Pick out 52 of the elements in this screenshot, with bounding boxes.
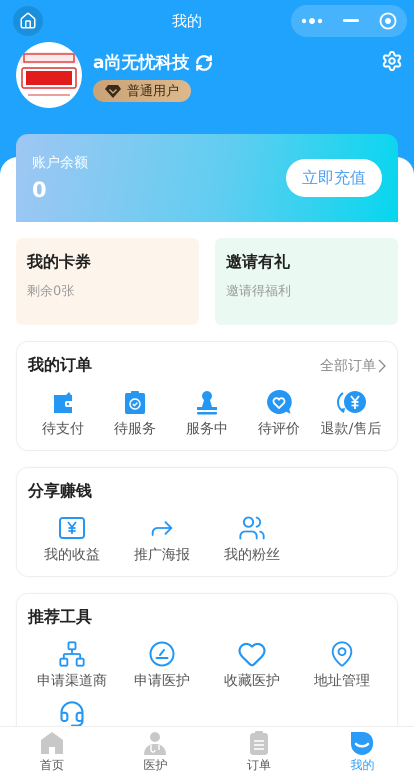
all-orders-link[interactable]: 全部订单 bbox=[320, 356, 386, 374]
member-level: 普通用户 bbox=[127, 82, 179, 100]
balance-label: 账户余额 bbox=[32, 154, 88, 172]
promo-title: 邀请有礼 bbox=[226, 252, 291, 273]
shortcut-item[interactable]: 我的粉丝 bbox=[207, 514, 297, 564]
diamond-icon bbox=[105, 84, 121, 98]
target-icon bbox=[379, 12, 397, 30]
yen-card-icon bbox=[58, 514, 86, 542]
promo-subtitle: 剩余0张 bbox=[27, 283, 76, 300]
minimize-icon bbox=[343, 19, 359, 23]
shortcut-item[interactable]: 推广海报 bbox=[117, 514, 207, 564]
tab-item[interactable]: 首页 bbox=[0, 727, 104, 780]
shortcut-item[interactable]: 待服务 bbox=[99, 388, 171, 438]
section-title: 我的订单 bbox=[28, 355, 92, 376]
hierarchy-icon bbox=[58, 640, 86, 668]
shortcut-item[interactable]: 待评价 bbox=[243, 388, 315, 438]
chat-heart-icon bbox=[265, 388, 293, 416]
page-title: 我的 bbox=[172, 12, 202, 30]
shortcut-item[interactable]: 我的收益 bbox=[27, 514, 117, 564]
tab-item[interactable]: 订单 bbox=[207, 727, 310, 780]
users-icon bbox=[238, 514, 266, 542]
home-icon bbox=[40, 731, 64, 755]
user-name: a尚无忧科技 bbox=[93, 52, 190, 74]
headset-icon bbox=[58, 700, 86, 726]
chevron-right-icon bbox=[378, 358, 386, 372]
shortcut-item[interactable]: 退款/售后 bbox=[315, 388, 387, 438]
section-title: 分享赚钱 bbox=[28, 481, 92, 502]
more-icon bbox=[301, 17, 323, 25]
doctor-icon bbox=[143, 731, 168, 755]
tab-item[interactable]: 医护 bbox=[104, 727, 207, 780]
balance-amount: 0 bbox=[32, 178, 48, 202]
promo-subtitle: 邀请得福利 bbox=[226, 283, 292, 300]
refund-icon bbox=[335, 388, 367, 416]
shortcut-item[interactable]: 服务中 bbox=[171, 388, 243, 438]
shortcut-item[interactable]: 收藏医护 bbox=[207, 640, 297, 690]
profile-tab-icon bbox=[350, 731, 374, 755]
shortcut-item[interactable]: 申请医护 bbox=[117, 640, 207, 690]
section-title: 推荐工具 bbox=[28, 607, 92, 628]
close-button[interactable] bbox=[379, 12, 397, 30]
promo-card[interactable]: 我的卡券 剩余0张 bbox=[16, 238, 199, 325]
minimize-button[interactable] bbox=[343, 19, 359, 23]
home-icon bbox=[19, 12, 37, 30]
promo-title: 我的卡券 bbox=[27, 252, 92, 273]
gauge-icon bbox=[148, 640, 176, 668]
shortcut-item[interactable]: 地址管理 bbox=[297, 640, 387, 690]
home-button[interactable] bbox=[13, 6, 43, 36]
settings-icon bbox=[381, 50, 403, 72]
more-button[interactable] bbox=[301, 17, 323, 25]
promo-card[interactable]: 邀请有礼 邀请得福利 bbox=[215, 238, 398, 325]
refresh-icon[interactable] bbox=[195, 54, 214, 72]
shortcut-item[interactable]: 申请渠道商 bbox=[27, 640, 117, 690]
shortcut-item[interactable]: 待支付 bbox=[27, 388, 99, 438]
